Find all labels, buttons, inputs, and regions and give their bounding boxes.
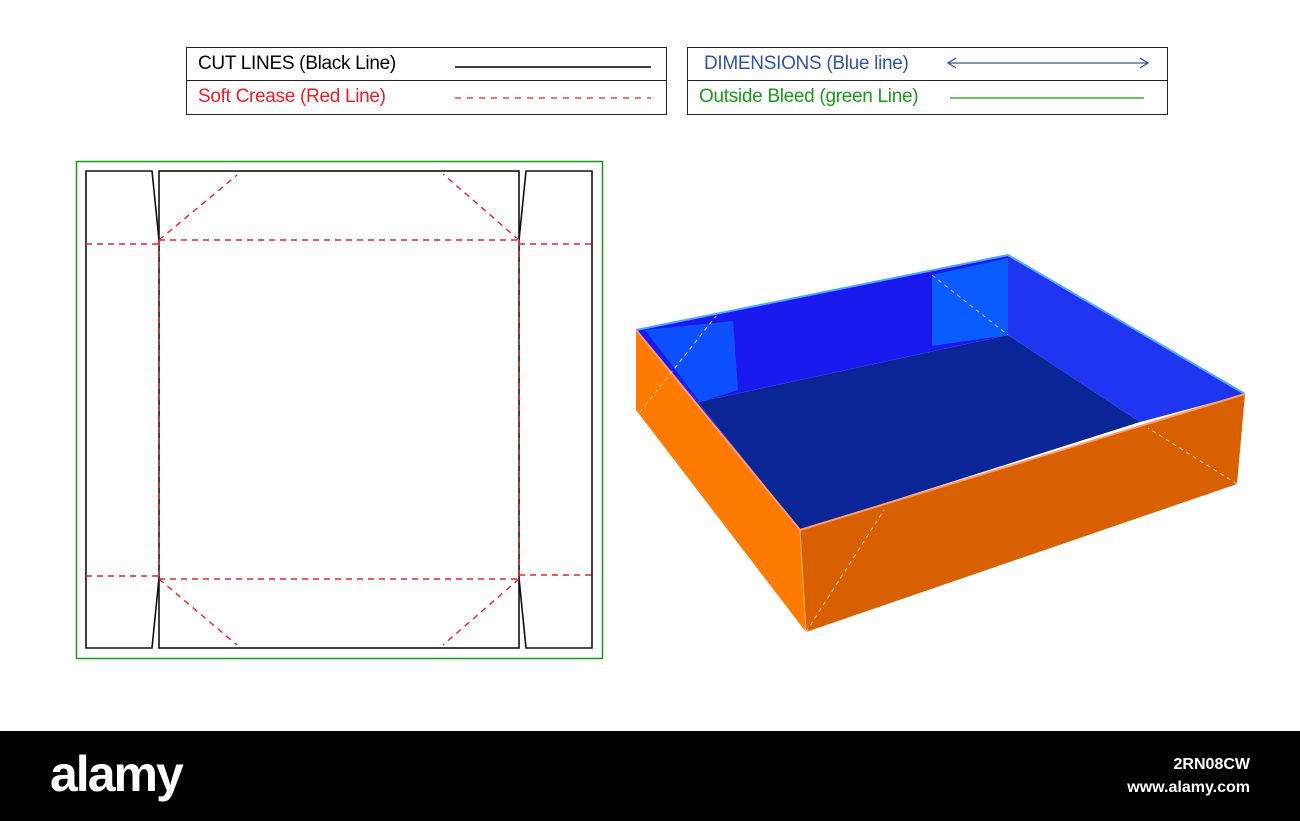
cut-lines [85, 170, 593, 649]
artwork [75, 160, 1246, 660]
center-panel-cut [158, 170, 520, 649]
site-url[interactable]: www.alamy.com [1127, 779, 1250, 797]
footer-bar: alamy 2RN08CW www.alamy.com [0, 731, 1300, 821]
right-flap-cut [518, 170, 593, 649]
crease-lines [86, 173, 592, 646]
bleed-outline [75, 160, 604, 660]
alamy-logo: alamy [50, 746, 184, 802]
box-3d-mockup [635, 253, 1246, 633]
image-id: 2RN08CW [1173, 756, 1250, 773]
dieline-flat [75, 160, 604, 660]
